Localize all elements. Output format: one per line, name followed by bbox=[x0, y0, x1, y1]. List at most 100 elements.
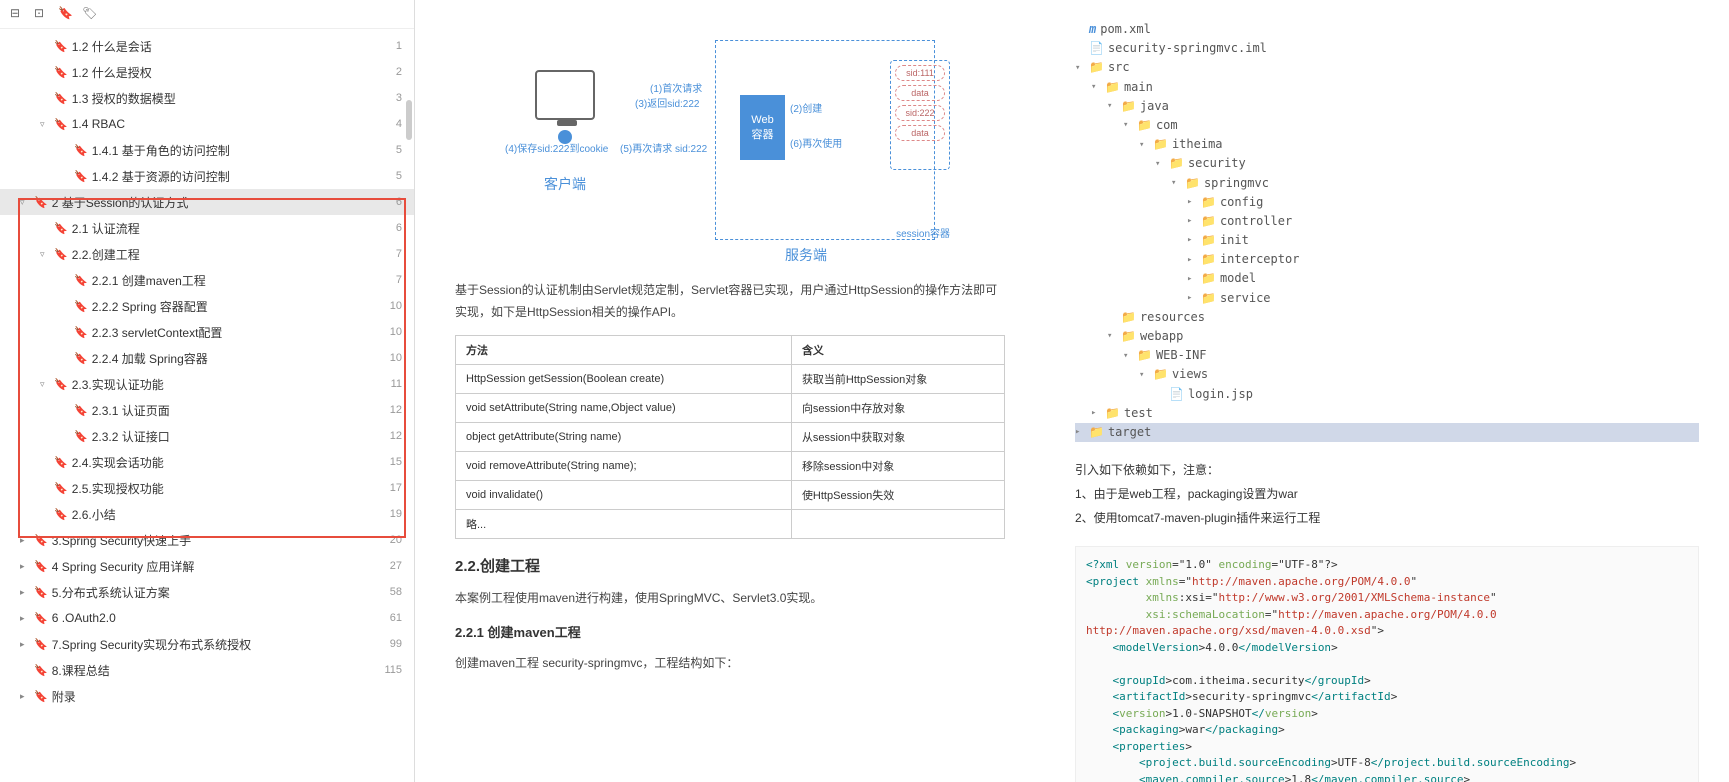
tree-arrow-icon[interactable]: ▸ bbox=[1187, 214, 1197, 228]
toc-item[interactable]: 🔖1.2 什么是授权2 bbox=[0, 59, 414, 85]
scrollbar[interactable] bbox=[406, 100, 412, 140]
tree-item[interactable]: ▾📁springmvc bbox=[1075, 174, 1699, 193]
tree-item[interactable]: ▾📁views bbox=[1075, 365, 1699, 384]
toc-item[interactable]: 🔖2.3.1 认证页面12 bbox=[0, 397, 414, 423]
toc-item[interactable]: 🔖1.2 什么是会话1 bbox=[0, 33, 414, 59]
tree-item[interactable]: 📄security-springmvc.iml bbox=[1075, 39, 1699, 58]
tree-arrow-icon[interactable]: ▸ bbox=[1187, 253, 1197, 267]
tree-item[interactable]: ▸📁controller bbox=[1075, 212, 1699, 231]
tree-item[interactable]: ▸📁model bbox=[1075, 269, 1699, 288]
tree-item[interactable]: ▾📁WEB-INF bbox=[1075, 346, 1699, 365]
tree-arrow-icon[interactable]: ▸ bbox=[1187, 291, 1197, 305]
toc-item[interactable]: 🔖8.课程总结115 bbox=[0, 657, 414, 683]
toc-item[interactable]: 🔖2.2.2 Spring 容器配置10 bbox=[0, 293, 414, 319]
expand-icon[interactable]: ⊡ bbox=[34, 6, 50, 22]
expand-arrow-icon[interactable]: ▿ bbox=[20, 197, 30, 208]
tree-arrow-icon[interactable]: ▸ bbox=[1187, 195, 1197, 209]
toc-label: 2.2.3 servletContext配置 bbox=[92, 324, 223, 341]
tree-arrow-icon[interactable]: ▾ bbox=[1171, 176, 1181, 190]
toc-item[interactable]: ▸🔖附录 bbox=[0, 683, 414, 709]
toc-item[interactable]: ▿🔖2.3.实现认证功能11 bbox=[0, 371, 414, 397]
expand-arrow-icon[interactable]: ▸ bbox=[20, 613, 30, 624]
tree-item[interactable]: ▾📁security bbox=[1075, 154, 1699, 173]
toc-item[interactable]: 🔖2.1 认证流程6 bbox=[0, 215, 414, 241]
tree-arrow-icon[interactable]: ▾ bbox=[1075, 61, 1085, 75]
toc-label: 7.Spring Security实现分布式系统授权 bbox=[52, 636, 251, 653]
tree-item[interactable]: ▾📁com bbox=[1075, 116, 1699, 135]
expand-arrow-icon[interactable]: ▸ bbox=[20, 587, 30, 598]
toc-item[interactable]: 🔖1.4.1 基于角色的访问控制5 bbox=[0, 137, 414, 163]
expand-arrow-icon[interactable]: ▿ bbox=[40, 379, 50, 390]
bookmark-icon: 🔖 bbox=[74, 300, 88, 313]
toc-label: 1.4 RBAC bbox=[72, 117, 125, 131]
bookmark-icon: 🔖 bbox=[54, 508, 68, 521]
notes: 引入如下依赖如下，注意： 1、由于是web工程，packaging设置为war … bbox=[1075, 458, 1699, 530]
tree-label: java bbox=[1140, 97, 1169, 116]
tree-arrow-icon[interactable]: ▾ bbox=[1107, 329, 1117, 343]
tree-label: main bbox=[1124, 78, 1153, 97]
toc-item[interactable]: ▸🔖5.分布式系统认证方案58 bbox=[0, 579, 414, 605]
tree-arrow-icon[interactable]: ▸ bbox=[1075, 425, 1085, 439]
expand-arrow-icon[interactable]: ▸ bbox=[20, 561, 30, 572]
expand-arrow-icon[interactable]: ▿ bbox=[40, 119, 50, 130]
toc-item[interactable]: 🔖2.5.实现授权功能17 bbox=[0, 475, 414, 501]
tree-item[interactable]: ▾📁src bbox=[1075, 58, 1699, 77]
tree-item[interactable]: mpom.xml bbox=[1075, 20, 1699, 39]
sid1-data: data bbox=[895, 85, 945, 101]
toc-item[interactable]: ▿🔖2.2.创建工程7 bbox=[0, 241, 414, 267]
folder-icon: 📁 bbox=[1105, 78, 1120, 97]
tree-item[interactable]: ▸📁test bbox=[1075, 404, 1699, 423]
tree-item[interactable]: 📁resources bbox=[1075, 308, 1699, 327]
toc-item[interactable]: 🔖2.2.3 servletContext配置10 bbox=[0, 319, 414, 345]
tree-arrow-icon[interactable]: ▸ bbox=[1187, 233, 1197, 247]
tree-arrow-icon[interactable]: ▸ bbox=[1091, 406, 1101, 420]
toc-item[interactable]: ▸🔖6 .OAuth2.061 bbox=[0, 605, 414, 631]
toc-label: 2.1 认证流程 bbox=[72, 220, 140, 237]
toc-item[interactable]: 🔖2.4.实现会话功能15 bbox=[0, 449, 414, 475]
toc-item[interactable]: ▿🔖2 基于Session的认证方式6 bbox=[0, 189, 414, 215]
tree-arrow-icon[interactable]: ▾ bbox=[1123, 349, 1133, 363]
tree-arrow-icon[interactable]: ▾ bbox=[1091, 80, 1101, 94]
tree-item[interactable]: ▸📁service bbox=[1075, 289, 1699, 308]
tree-item[interactable]: ▾ 📁main bbox=[1075, 78, 1699, 97]
toc-item[interactable]: 🔖1.3 授权的数据模型3 bbox=[0, 85, 414, 111]
toc-item[interactable]: 🔖2.3.2 认证接口12 bbox=[0, 423, 414, 449]
toc-item[interactable]: 🔖2.2.1 创建maven工程7 bbox=[0, 267, 414, 293]
bookmark-remove-icon[interactable]: 🏷 bbox=[82, 6, 98, 22]
tree-arrow-icon[interactable]: ▸ bbox=[1187, 272, 1197, 286]
tree-item[interactable]: ▸📁config bbox=[1075, 193, 1699, 212]
toc-item[interactable]: ▸🔖7.Spring Security实现分布式系统授权99 bbox=[0, 631, 414, 657]
tree-arrow-icon[interactable]: ▾ bbox=[1123, 118, 1133, 132]
tree-label: webapp bbox=[1140, 327, 1183, 346]
toc-item[interactable]: 🔖2.2.4 加载 Spring容器10 bbox=[0, 345, 414, 371]
tree-arrow-icon[interactable]: ▾ bbox=[1107, 99, 1117, 113]
expand-arrow-icon[interactable]: ▸ bbox=[20, 691, 30, 702]
arrow2: (2)创建 bbox=[790, 100, 822, 115]
expand-arrow-icon[interactable]: ▸ bbox=[20, 639, 30, 650]
tree-item[interactable]: 📄login.jsp bbox=[1075, 385, 1699, 404]
api-table: 方法含义 HttpSession getSession(Boolean crea… bbox=[455, 335, 1005, 539]
toc-item[interactable]: 🔖2.6.小结19 bbox=[0, 501, 414, 527]
tree-item[interactable]: ▾📁webapp bbox=[1075, 327, 1699, 346]
tree-label: views bbox=[1172, 365, 1208, 384]
bookmark-add-icon[interactable]: 🔖 bbox=[58, 6, 74, 22]
toc-label: 1.3 授权的数据模型 bbox=[72, 90, 176, 107]
tree-arrow-icon[interactable]: ▾ bbox=[1139, 368, 1149, 382]
toc-item[interactable]: ▸🔖4 Spring Security 应用详解27 bbox=[0, 553, 414, 579]
arrow4: (4)保存sid:222到cookie bbox=[505, 140, 608, 155]
toc-item[interactable]: ▿🔖1.4 RBAC4 bbox=[0, 111, 414, 137]
toc-page-number: 6 bbox=[396, 196, 402, 208]
tree-item[interactable]: ▾📁itheima bbox=[1075, 135, 1699, 154]
collapse-icon[interactable]: ⊟ bbox=[10, 6, 26, 22]
toc-item[interactable]: ▸🔖3.Spring Security快速上手20 bbox=[0, 527, 414, 553]
tree-arrow-icon[interactable]: ▾ bbox=[1139, 138, 1149, 152]
tree-arrow-icon[interactable]: ▾ bbox=[1155, 157, 1165, 171]
tree-item[interactable]: ▸📁target bbox=[1075, 423, 1699, 442]
tree-item[interactable]: ▸📁init bbox=[1075, 231, 1699, 250]
expand-arrow-icon[interactable]: ▿ bbox=[40, 249, 50, 260]
tree-label: interceptor bbox=[1220, 250, 1299, 269]
tree-item[interactable]: ▸📁interceptor bbox=[1075, 250, 1699, 269]
tree-item[interactable]: ▾📁java bbox=[1075, 97, 1699, 116]
expand-arrow-icon[interactable]: ▸ bbox=[20, 535, 30, 546]
toc-item[interactable]: 🔖1.4.2 基于资源的访问控制5 bbox=[0, 163, 414, 189]
